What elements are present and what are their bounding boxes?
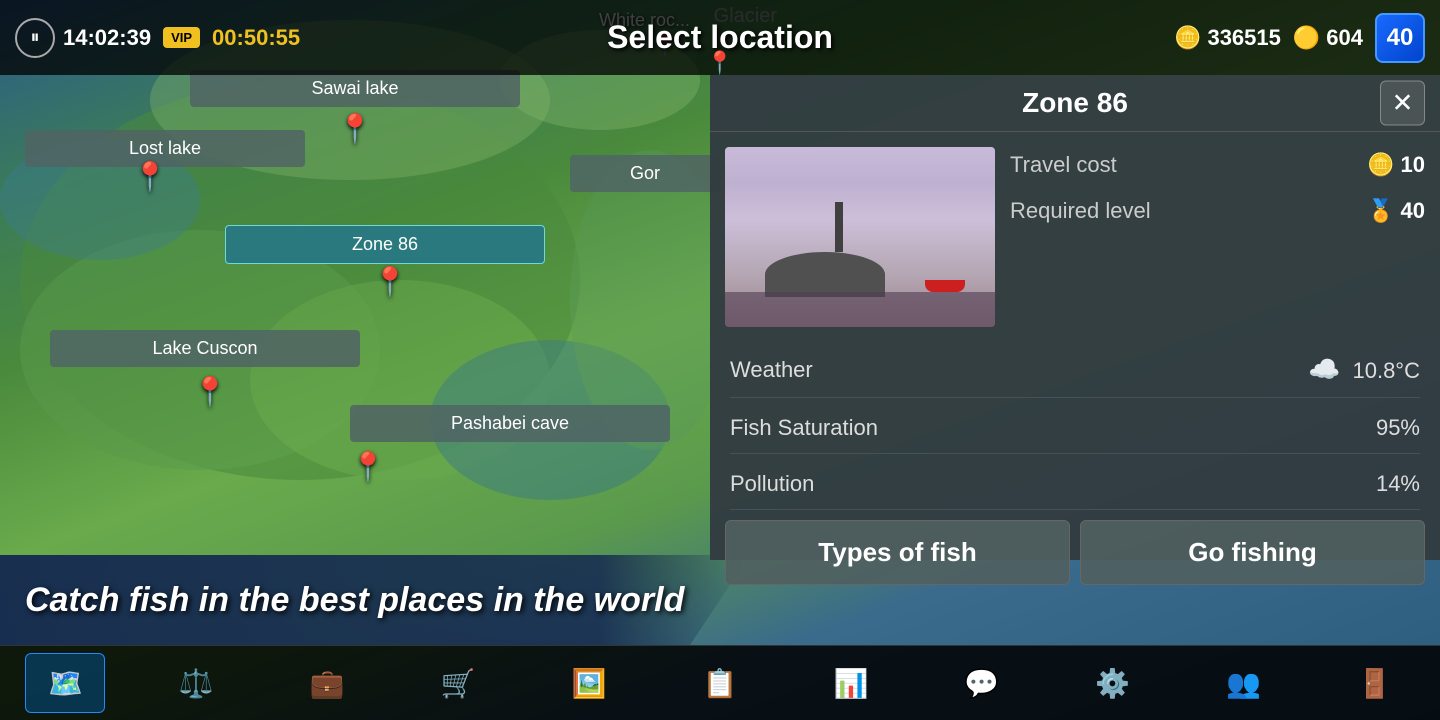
- travel-cost-row: Travel cost 🪙 10: [1010, 147, 1425, 183]
- nav-map-button[interactable]: 🗺️: [25, 653, 105, 713]
- weather-label: Weather: [730, 357, 813, 383]
- banner-text: Catch fish in the best places in the wor…: [25, 581, 684, 620]
- coins-display: 🪙 336515: [1174, 25, 1281, 51]
- bottom-banner: Catch fish in the best places in the wor…: [0, 555, 750, 645]
- required-level-value: 🏅 40: [1367, 198, 1425, 224]
- pause-button[interactable]: ⏸: [15, 18, 55, 58]
- coin-small-icon: 🪙: [1367, 152, 1394, 178]
- nav-stats-button[interactable]: 📊: [811, 653, 891, 713]
- zone-img-tower: [835, 202, 843, 252]
- travel-cost-value: 🪙 10: [1367, 152, 1425, 178]
- zone-img-water: [725, 292, 995, 327]
- select-location-pin: 📍: [706, 50, 733, 76]
- zone-panel-footer: Types of fish Go fishing: [710, 510, 1440, 595]
- go-fishing-button[interactable]: Go fishing: [1080, 520, 1425, 585]
- required-level-row: Required level 🏅 40: [1010, 193, 1425, 229]
- top-bar-left: ⏸ 14:02:39 VIP 00:50:55: [15, 18, 300, 58]
- nav-exit-button[interactable]: 🚪: [1335, 653, 1415, 713]
- close-button[interactable]: ✕: [1380, 81, 1425, 126]
- vip-badge: VIP: [163, 27, 200, 48]
- types-of-fish-button[interactable]: Types of fish: [725, 520, 1070, 585]
- time-display: ⏸ 14:02:39: [15, 18, 151, 58]
- level-badge: 40: [1375, 13, 1425, 63]
- nav-balance-button[interactable]: ⚖️: [156, 653, 236, 713]
- nav-inventory-button[interactable]: 💼: [287, 653, 367, 713]
- map-pin-lake-cuscon: 📍: [193, 375, 228, 408]
- location-label-lake-cuscon[interactable]: Lake Cuscon: [50, 330, 360, 367]
- travel-cost-label: Travel cost: [1010, 152, 1117, 178]
- zone-panel-title: Zone 86: [1022, 87, 1128, 119]
- level-icon: 🏅: [1367, 198, 1394, 224]
- nav-tasks-button[interactable]: 📋: [680, 653, 760, 713]
- pollution-label: Pollution: [730, 471, 814, 497]
- fish-saturation-row: Fish Saturation 95%: [730, 403, 1420, 454]
- weather-icon: ☁️: [1308, 354, 1340, 384]
- gold-icon: 🟡: [1293, 25, 1320, 51]
- coins-icon: 🪙: [1174, 25, 1201, 51]
- nav-shop-button[interactable]: 🛒: [418, 653, 498, 713]
- map-pin-zone86: 📍: [373, 265, 408, 298]
- map-pin-pashabei-cave: 📍: [351, 450, 386, 483]
- pollution-row: Pollution 14%: [730, 459, 1420, 510]
- nav-chat-button[interactable]: 💬: [942, 653, 1022, 713]
- fish-saturation-value: 95%: [1376, 415, 1420, 441]
- nav-gallery-button[interactable]: 🖼️: [549, 653, 629, 713]
- nav-social-button[interactable]: 👥: [1204, 653, 1284, 713]
- map-pin-lost-lake: 📍: [133, 160, 168, 193]
- zone-panel-header: Zone 86 ✕: [710, 75, 1440, 132]
- zone-stats: Weather ☁️ 10.8°C Fish Saturation 95% Po…: [710, 342, 1440, 510]
- zone-info: Travel cost 🪙 10 Required level 🏅 40: [1010, 147, 1425, 327]
- weather-value: ☁️ 10.8°C: [1308, 354, 1420, 385]
- fish-saturation-label: Fish Saturation: [730, 415, 878, 441]
- zone-img-island: [765, 252, 885, 297]
- nav-settings-button[interactable]: ⚙️: [1073, 653, 1153, 713]
- top-bar-right: 🪙 336515 🟡 604 40: [1174, 13, 1425, 63]
- location-label-sawai-lake[interactable]: Sawai lake: [190, 70, 520, 107]
- map-pin-sawai-lake: 📍: [338, 112, 373, 145]
- zone-panel-content: Travel cost 🪙 10 Required level 🏅 40: [710, 132, 1440, 342]
- zone-image: [725, 147, 995, 327]
- gold-value: 604: [1326, 25, 1363, 51]
- weather-row: Weather ☁️ 10.8°C: [730, 342, 1420, 398]
- location-label-zone86[interactable]: Zone 86: [225, 225, 545, 264]
- pollution-value: 14%: [1376, 471, 1420, 497]
- zone-img-boat: [925, 280, 965, 292]
- location-label-gor[interactable]: Gor: [570, 155, 720, 192]
- clock-time: 14:02:39: [63, 25, 151, 51]
- bottom-nav-bar: 🗺️ ⚖️ 💼 🛒 🖼️ 📋 📊 💬 ⚙️ 👥 🚪: [0, 645, 1440, 720]
- timer-display: 00:50:55: [212, 25, 300, 51]
- location-label-pashabei-cave[interactable]: Pashabei cave: [350, 405, 670, 442]
- required-level-label: Required level: [1010, 198, 1151, 224]
- coins-value: 336515: [1207, 25, 1280, 51]
- zone-panel: Zone 86 ✕ Travel cost 🪙 10 Required leve…: [710, 75, 1440, 560]
- gold-display: 🟡 604: [1293, 25, 1363, 51]
